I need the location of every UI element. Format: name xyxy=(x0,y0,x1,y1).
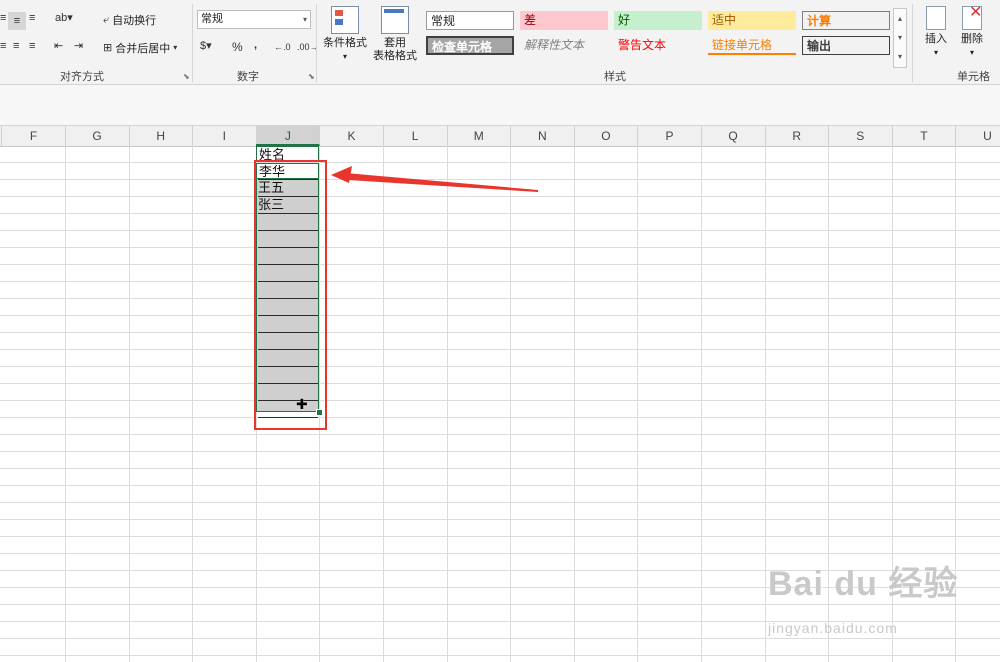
watermark-url: jingyan.baidu.com xyxy=(768,620,898,636)
watermark-logo: Bai du 经验 xyxy=(768,565,959,603)
